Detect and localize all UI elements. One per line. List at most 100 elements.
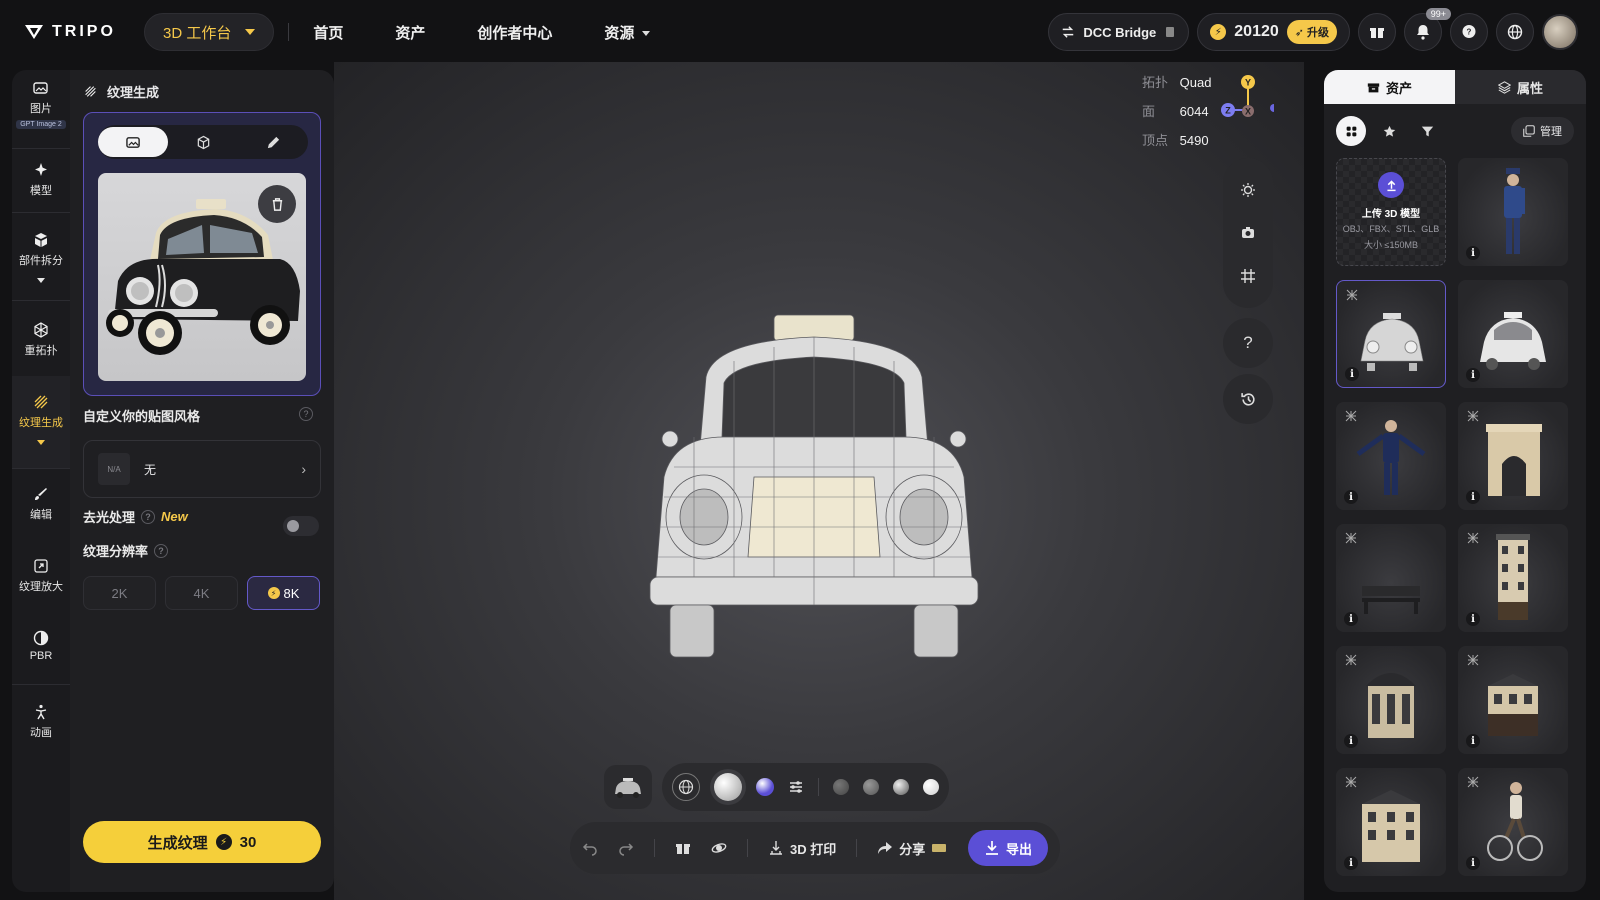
chevron-down-icon[interactable] bbox=[37, 278, 45, 283]
gift-button[interactable] bbox=[1358, 13, 1396, 51]
history-button[interactable] bbox=[1223, 374, 1273, 424]
help-button[interactable]: ? bbox=[1223, 318, 1273, 368]
manage-button[interactable]: 管理 bbox=[1511, 117, 1574, 145]
nav-home[interactable]: 首页 bbox=[313, 22, 343, 43]
mode-image-tab[interactable] bbox=[98, 127, 168, 157]
favorites-button[interactable] bbox=[1374, 116, 1404, 146]
sliders-icon[interactable] bbox=[788, 779, 804, 795]
upload-model-card[interactable]: 上传 3D 模型 OBJ、FBX、STL、GLB 大小 ≤150MB bbox=[1336, 158, 1446, 266]
rail-item-retopology[interactable]: 重拓扑 bbox=[12, 322, 70, 358]
asset-card[interactable]: i bbox=[1336, 646, 1446, 754]
rail-label-retopology: 重拓扑 bbox=[24, 345, 58, 357]
notifications-button[interactable]: 99+ bbox=[1404, 8, 1451, 51]
logo[interactable]: TRIPO bbox=[24, 23, 124, 41]
filter-button[interactable] bbox=[1412, 116, 1442, 146]
top-bar: TRIPO 3D 工作台 首页 资产 创作者中心 资源 DCC Bridge ⚡… bbox=[0, 0, 1600, 64]
rail-item-upscale[interactable]: 纹理放大 bbox=[12, 558, 70, 594]
info-icon[interactable]: i bbox=[1344, 490, 1358, 504]
grid-icon[interactable] bbox=[1240, 268, 1256, 284]
generate-texture-button[interactable]: 生成纹理 ⚡ 30 bbox=[83, 821, 321, 863]
share-button[interactable]: 分享 bbox=[877, 839, 947, 858]
resolution-4k[interactable]: 4K bbox=[165, 576, 238, 610]
help-icon[interactable]: ? bbox=[299, 407, 313, 421]
wireframe-mode-button[interactable] bbox=[672, 773, 700, 801]
info-icon[interactable]: i bbox=[1466, 856, 1480, 870]
style-selector[interactable]: N/A 无 › bbox=[83, 440, 321, 498]
asset-card[interactable]: i bbox=[1336, 524, 1446, 632]
nav-creator-center[interactable]: 创作者中心 bbox=[477, 22, 552, 43]
resolution-options: 2K 4K ⚡ 8K bbox=[83, 576, 320, 610]
upgrade-button[interactable]: ➶ 升级 bbox=[1286, 20, 1337, 44]
asset-card[interactable]: i bbox=[1458, 768, 1568, 876]
asset-card[interactable]: i bbox=[1336, 768, 1446, 876]
normal-mode-button[interactable] bbox=[756, 778, 774, 796]
asset-card[interactable]: i bbox=[1458, 280, 1568, 388]
info-icon[interactable]: i bbox=[1466, 734, 1480, 748]
model-thumbnail-button[interactable] bbox=[604, 765, 652, 809]
help-icon[interactable]: ? bbox=[154, 543, 169, 558]
stat-value: 5490 bbox=[1179, 133, 1209, 148]
dcc-bridge-button[interactable]: DCC Bridge bbox=[1048, 13, 1190, 51]
workspace-dropdown[interactable]: 3D 工作台 bbox=[144, 13, 275, 51]
clay-mode-button[interactable] bbox=[714, 773, 742, 801]
tab-assets[interactable]: 资产 bbox=[1324, 70, 1455, 104]
light-icon[interactable] bbox=[1240, 182, 1256, 198]
car-thumb-icon bbox=[615, 778, 641, 798]
undo-icon[interactable] bbox=[582, 840, 598, 856]
rail-item-image[interactable]: 图片 GPT Image 2 bbox=[12, 80, 70, 129]
info-icon[interactable]: i bbox=[1466, 612, 1480, 626]
chat-button[interactable]: ? bbox=[1450, 13, 1488, 51]
asset-card[interactable]: i bbox=[1458, 646, 1568, 754]
mode-model-tab[interactable] bbox=[168, 127, 238, 157]
info-icon[interactable]: i bbox=[1344, 856, 1358, 870]
mode-text-tab[interactable] bbox=[238, 127, 308, 157]
info-icon[interactable]: i bbox=[1466, 246, 1480, 260]
help-icon[interactable]: ? bbox=[141, 509, 156, 524]
gift-icon[interactable] bbox=[675, 840, 691, 856]
chevron-down-icon[interactable] bbox=[37, 440, 45, 445]
credits-pill[interactable]: ⚡ 20120 ➶ 升级 bbox=[1197, 13, 1350, 51]
rail-item-model[interactable]: 模型 bbox=[12, 162, 70, 198]
rail-item-parts[interactable]: 部件拆分 bbox=[12, 232, 70, 283]
nav-resources[interactable]: 资源 bbox=[604, 22, 650, 43]
rail-item-edit[interactable]: 编辑 bbox=[12, 486, 70, 522]
camera-icon[interactable] bbox=[1240, 225, 1256, 241]
upscale-icon bbox=[34, 559, 48, 573]
nav-assets[interactable]: 资产 bbox=[395, 22, 425, 43]
material-preset-3[interactable] bbox=[893, 779, 909, 795]
material-preset-2[interactable] bbox=[863, 779, 879, 795]
export-button[interactable]: 导出 bbox=[967, 830, 1048, 866]
rail-item-texture[interactable]: 纹理生成 bbox=[12, 376, 70, 468]
wireframe-icon bbox=[1345, 654, 1357, 666]
info-icon[interactable]: i bbox=[1466, 368, 1480, 382]
language-button[interactable] bbox=[1496, 13, 1534, 51]
info-icon[interactable]: i bbox=[1344, 612, 1358, 626]
grid-view-button[interactable] bbox=[1336, 116, 1366, 146]
user-avatar[interactable] bbox=[1542, 14, 1578, 50]
material-preset-4[interactable] bbox=[923, 779, 939, 795]
info-icon[interactable]: i bbox=[1345, 367, 1359, 381]
redo-icon[interactable] bbox=[618, 840, 634, 856]
delight-toggle[interactable] bbox=[283, 516, 319, 536]
rail-item-pbr[interactable]: PBR bbox=[12, 630, 70, 662]
asset-card[interactable]: i bbox=[1458, 158, 1568, 266]
texture-icon bbox=[85, 86, 96, 97]
generate-label: 生成纹理 bbox=[147, 834, 208, 852]
asset-card-selected[interactable]: i bbox=[1336, 280, 1446, 388]
asset-card[interactable]: i bbox=[1458, 524, 1568, 632]
info-icon[interactable]: i bbox=[1344, 734, 1358, 748]
resolution-8k[interactable]: ⚡ 8K bbox=[247, 576, 320, 610]
asset-card[interactable]: i bbox=[1458, 402, 1568, 510]
3d-print-button[interactable]: 3D 打印 bbox=[768, 839, 836, 858]
resolution-2k[interactable]: 2K bbox=[83, 576, 156, 610]
tab-properties[interactable]: 属性 bbox=[1455, 70, 1586, 104]
material-preset-1[interactable] bbox=[833, 779, 849, 795]
asset-card[interactable]: i bbox=[1336, 402, 1446, 510]
delight-row: 去光处理 ? New bbox=[83, 507, 188, 526]
3d-viewport[interactable]: 拓扑 Quad 面 6044 顶点 5490 Y Z X ? 3D 打印 分享 … bbox=[334, 62, 1304, 900]
axis-gizmo[interactable]: Y Z X bbox=[1214, 70, 1274, 130]
delete-image-button[interactable] bbox=[258, 185, 296, 223]
info-icon[interactable]: i bbox=[1466, 490, 1480, 504]
orbit-icon[interactable] bbox=[711, 840, 727, 856]
rail-item-animation[interactable]: 动画 bbox=[12, 704, 70, 740]
